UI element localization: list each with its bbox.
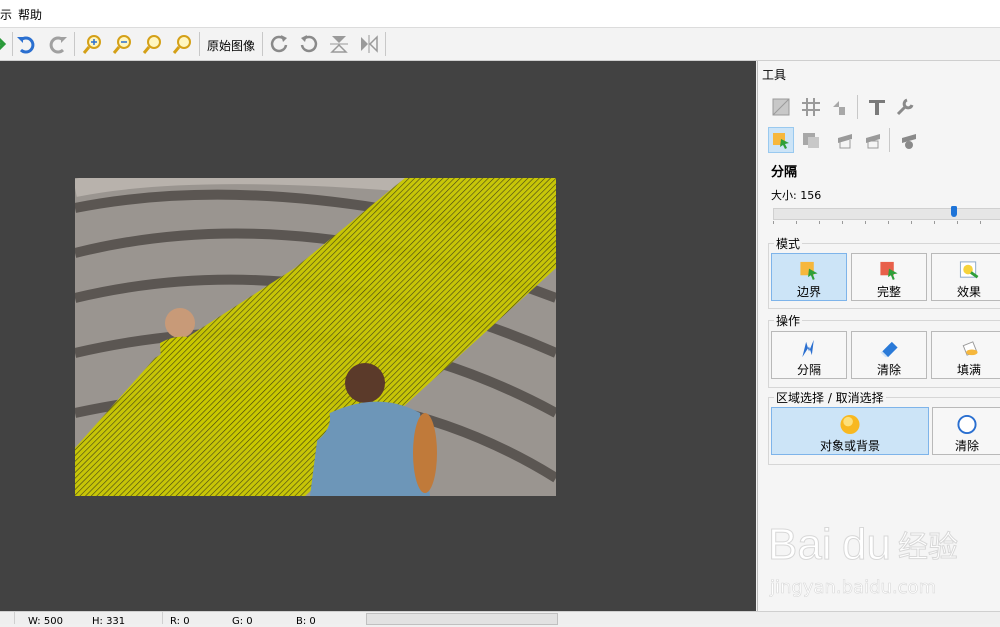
- size-label: 大小: 156: [771, 189, 822, 202]
- stamp-remove-icon[interactable]: [832, 127, 858, 153]
- redo-icon[interactable]: [46, 32, 70, 56]
- border-mode-icon: [800, 261, 818, 281]
- eraser-icon: [880, 341, 898, 358]
- zoom-in-icon[interactable]: [80, 32, 104, 56]
- lightning-icon: [802, 339, 814, 358]
- segment-tool-icon[interactable]: [768, 127, 794, 153]
- zoom-fit-icon[interactable]: [140, 32, 164, 56]
- wrench-icon[interactable]: [892, 94, 918, 120]
- mode-group-label: 模式: [774, 235, 803, 252]
- operation-group-label: 操作: [774, 312, 803, 329]
- mode-effect-button[interactable]: 效果: [931, 253, 1000, 301]
- back-arrow-icon[interactable]: [828, 94, 854, 120]
- mode-full-button[interactable]: 完整: [851, 253, 927, 301]
- menu-help[interactable]: 帮助: [18, 6, 42, 23]
- region-clear-button[interactable]: 清除: [932, 407, 1000, 455]
- status-blue: B: 0: [296, 616, 316, 627]
- tools-panel: 工具 分隔 大小: 156 模式 边界 完整 效果 操作 分隔 清除 填满 区域…: [757, 61, 1000, 611]
- menu-view[interactable]: 示: [0, 6, 12, 23]
- zoom-out-icon[interactable]: [110, 32, 134, 56]
- progress-bar: [366, 613, 558, 625]
- orange-circle-icon: [840, 414, 860, 435]
- status-green: G: 0: [232, 616, 253, 627]
- region-group-label: 区域选择 / 取消选择: [774, 389, 886, 406]
- svg-text:jingyan.baidu.com: jingyan.baidu.com: [769, 577, 936, 598]
- size-slider-thumb[interactable]: [951, 206, 957, 217]
- image-canvas[interactable]: [0, 61, 756, 611]
- rotate-cw-icon[interactable]: [267, 32, 291, 56]
- bucket-icon: [962, 341, 978, 356]
- svg-text:du: du: [842, 520, 891, 569]
- forward-icon[interactable]: [0, 32, 10, 56]
- stamp-settings-icon[interactable]: [896, 127, 922, 153]
- slider-ticks: [773, 221, 1000, 226]
- operation-segment-button[interactable]: 分隔: [771, 331, 847, 379]
- undo-icon[interactable]: [14, 32, 38, 56]
- edited-photo[interactable]: [75, 178, 556, 496]
- size-slider-track[interactable]: [773, 208, 1000, 220]
- flip-horizontal-icon[interactable]: [357, 32, 381, 56]
- crop-icon[interactable]: [768, 94, 794, 120]
- panel-title: 工具: [762, 68, 787, 82]
- zoom-actual-icon[interactable]: [170, 32, 194, 56]
- stamp-copy-icon[interactable]: [860, 127, 886, 153]
- original-image-button[interactable]: 原始图像: [207, 37, 255, 54]
- grid-icon[interactable]: [798, 94, 824, 120]
- hollow-circle-icon: [957, 414, 977, 435]
- flip-vertical-icon[interactable]: [327, 32, 351, 56]
- section-title: 分隔: [771, 165, 798, 180]
- rotate-ccw-icon[interactable]: [297, 32, 321, 56]
- status-bar: W: 500 H: 331 R: 0 G: 0 B: 0: [0, 611, 1000, 627]
- region-object-or-background-button[interactable]: 对象或背景: [771, 407, 929, 455]
- operation-fill-button[interactable]: 填满: [931, 331, 1000, 379]
- svg-text:Bai: Bai: [768, 520, 832, 569]
- mode-border-button[interactable]: 边界: [771, 253, 847, 301]
- layer-tool-icon[interactable]: [798, 127, 824, 153]
- status-height: H: 331: [92, 616, 126, 627]
- text-icon[interactable]: [864, 94, 890, 120]
- operation-clear-button[interactable]: 清除: [851, 331, 927, 379]
- toolbar: 原始图像: [0, 28, 1000, 61]
- menu-bar: 示 帮助: [0, 0, 1000, 28]
- effect-mode-icon: [959, 261, 979, 279]
- status-red: R: 0: [170, 616, 190, 627]
- status-width: W: 500: [28, 616, 63, 627]
- full-mode-icon: [880, 261, 898, 281]
- svg-text:经验: 经验: [898, 530, 958, 565]
- baidu-watermark-logo: Bai du 经验 jingyan.baidu.com: [768, 520, 959, 599]
